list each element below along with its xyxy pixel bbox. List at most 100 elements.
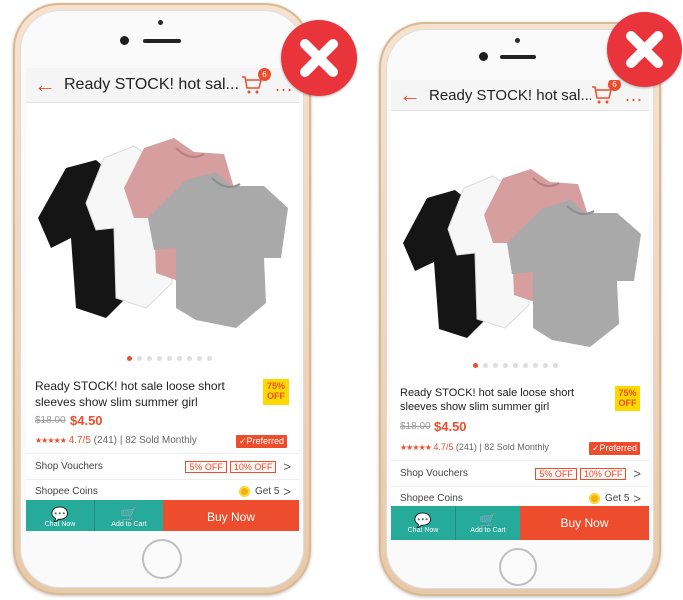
chat-icon: 💬 [414, 511, 432, 528]
chat-now-label: Chat Now [407, 526, 439, 534]
pager-dot[interactable] [137, 356, 142, 361]
chevron-right-icon: > [633, 466, 641, 481]
discount-percent: 75% [266, 381, 285, 391]
shop-vouchers-label: Shop Vouchers [400, 468, 468, 479]
product-image[interactable] [26, 108, 299, 343]
preferred-badge: ✓Preferred [236, 435, 288, 448]
cart-count-badge: 6 [257, 68, 271, 81]
discount-badge: 75% OFF [263, 379, 289, 405]
app-screen: ← Ready STOCK! hot sal... 6 ... Ready ST… [26, 68, 299, 531]
pager-dot[interactable] [543, 363, 548, 368]
back-arrow-icon[interactable]: ← [399, 82, 421, 108]
voucher-chip[interactable]: 10% OFF [229, 460, 277, 473]
front-camera [479, 52, 488, 61]
discount-badge: 75% OFF [615, 386, 640, 411]
pager-dot[interactable] [513, 363, 518, 368]
more-icon[interactable]: ... [625, 85, 643, 106]
pager-dot[interactable] [503, 363, 508, 368]
chevron-right-icon: > [633, 491, 641, 506]
sensor-dot [158, 20, 163, 25]
preferred-badge: ✓Preferred [589, 442, 641, 455]
add-to-cart-icon: 🛒 [120, 505, 138, 522]
add-to-cart-label: Add to Cart [470, 526, 506, 534]
sale-price: $4.50 [434, 419, 467, 434]
discount-percent: 75% [618, 388, 637, 398]
buy-now-button[interactable]: Buy Now [520, 506, 649, 540]
sold-monthly: | 82 Sold Monthly [119, 435, 197, 446]
pager-dot[interactable] [197, 356, 202, 361]
add-to-cart-button[interactable]: 🛒 Add to Cart [456, 506, 520, 540]
add-to-cart-icon: 🛒 [479, 511, 497, 528]
chat-icon: 💬 [51, 505, 69, 522]
rating-line: ★★★★★ 4.7/5 (241) | 82 Sold Monthly [400, 442, 549, 452]
shopee-coins-label: Shopee Coins [400, 493, 463, 504]
pager-dot[interactable] [533, 363, 538, 368]
pager-dot[interactable] [493, 363, 498, 368]
product-name: Ready STOCK! hot sale loose short sleeve… [35, 379, 225, 409]
close-x-icon [626, 31, 663, 68]
back-arrow-icon[interactable]: ← [34, 72, 56, 98]
image-pager[interactable] [473, 363, 558, 368]
product-image[interactable] [391, 140, 649, 360]
home-button[interactable] [499, 548, 537, 586]
original-price: $18.00 [400, 421, 431, 432]
coin-icon [238, 486, 250, 497]
shop-vouchers-label: Shop Vouchers [35, 461, 103, 472]
cart-icon[interactable]: 6 [241, 68, 271, 95]
front-camera [120, 36, 129, 45]
rating-line: ★★★★★ 4.7/5 (241) | 82 Sold Monthly [35, 435, 197, 446]
coins-value: Get 5 [254, 486, 280, 497]
pager-dot[interactable] [177, 356, 182, 361]
rating-stars-icon: ★★★★★ [400, 443, 432, 452]
image-pager[interactable] [127, 356, 212, 361]
discount-off-label: OFF [618, 398, 637, 408]
voucher-chip[interactable]: 5% OFF [185, 460, 227, 473]
discount-off-label: OFF [267, 391, 285, 401]
home-button[interactable] [142, 539, 182, 579]
review-count[interactable]: (241) [94, 435, 117, 446]
sale-price: $4.50 [70, 413, 103, 428]
shopee-coins-label: Shopee Coins [35, 486, 98, 497]
pager-dot[interactable] [207, 356, 212, 361]
phone-frame-right: ← Ready STOCK! hot sal... 6 ... Ready ST… [379, 22, 661, 596]
pager-dot[interactable] [553, 363, 558, 368]
pager-dot[interactable] [473, 363, 478, 368]
top-nav-bar: ← Ready STOCK! hot sal... 6 ... [26, 68, 299, 103]
app-screen: ← Ready STOCK! hot sal... 6 ... Ready ST… [391, 80, 649, 540]
add-to-cart-label: Add to Cart [111, 520, 147, 528]
sold-monthly: | 82 Sold Monthly [479, 442, 549, 452]
pager-dot[interactable] [147, 356, 152, 361]
chevron-right-icon: > [283, 484, 291, 499]
page-title: Ready STOCK! hot sal... [429, 86, 591, 104]
pager-dot[interactable] [157, 356, 162, 361]
pager-dot[interactable] [127, 356, 132, 361]
pager-dot[interactable] [167, 356, 172, 361]
review-count[interactable]: (241) [456, 442, 477, 452]
reject-badge [607, 12, 682, 87]
speaker-grill [500, 55, 536, 59]
shop-vouchers-row[interactable]: Shop Vouchers 5% OFF 10% OFF > [391, 460, 649, 486]
voucher-chip[interactable]: 5% OFF [535, 467, 577, 480]
chevron-right-icon: > [283, 459, 291, 474]
coins-value: Get 5 [604, 493, 630, 504]
rating-value: 4.7/5 [68, 435, 91, 446]
bottom-action-bar: 💬 Chat Now 🛒 Add to Cart Buy Now [26, 500, 299, 531]
product-name: Ready STOCK! hot sale loose short sleeve… [400, 387, 575, 414]
phone-frame-left: ← Ready STOCK! hot sal... 6 ... Ready ST… [13, 3, 311, 595]
buy-now-button[interactable]: Buy Now [163, 500, 299, 531]
pager-dot[interactable] [187, 356, 192, 361]
shop-vouchers-row[interactable]: Shop Vouchers 5% OFF 10% OFF > [26, 453, 299, 479]
close-x-icon [300, 39, 338, 77]
cart-icon[interactable]: 6 [591, 80, 621, 105]
reject-badge [281, 20, 357, 96]
pager-dot[interactable] [483, 363, 488, 368]
chat-now-button[interactable]: 💬 Chat Now [26, 500, 95, 531]
add-to-cart-button[interactable]: 🛒 Add to Cart [95, 500, 163, 531]
voucher-chip[interactable]: 10% OFF [579, 467, 627, 480]
rating-stars-icon: ★★★★★ [35, 436, 67, 445]
sensor-dot [515, 38, 520, 43]
speaker-grill [143, 39, 181, 43]
pager-dot[interactable] [523, 363, 528, 368]
bottom-action-bar: 💬 Chat Now 🛒 Add to Cart Buy Now [391, 506, 649, 540]
chat-now-button[interactable]: 💬 Chat Now [391, 506, 456, 540]
